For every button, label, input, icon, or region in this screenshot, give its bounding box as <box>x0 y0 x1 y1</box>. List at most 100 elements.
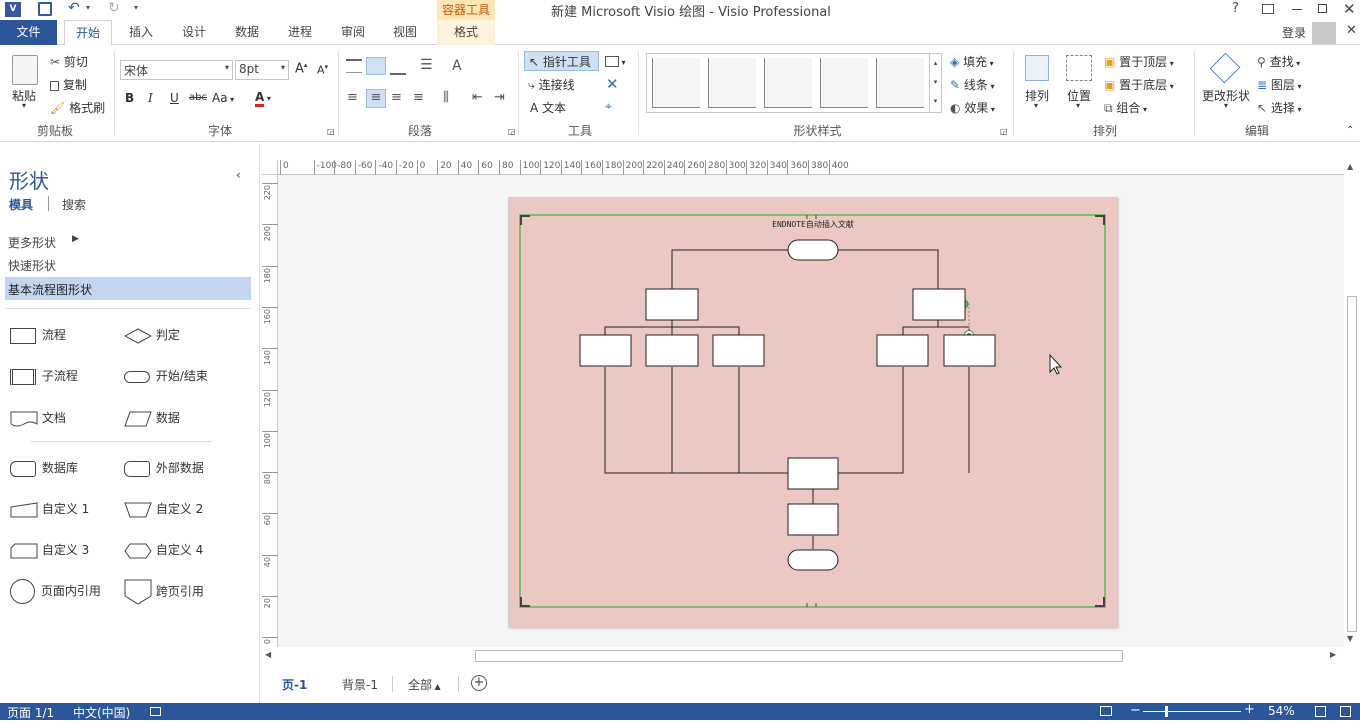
process-shape[interactable] <box>876 334 929 367</box>
shape-start-end[interactable]: 开始/结束 <box>124 367 208 384</box>
scroll-right-icon[interactable]: ▶ <box>1330 650 1336 659</box>
tab-file[interactable]: 文件 <box>0 20 57 45</box>
pointer-tool-button[interactable]: ↖ 指针工具 <box>524 51 599 71</box>
scroll-down-icon[interactable]: ▼ <box>1347 634 1353 643</box>
process-shape[interactable] <box>645 334 699 367</box>
process-shape[interactable] <box>912 288 966 321</box>
change-shape-icon[interactable] <box>1209 52 1241 84</box>
undo-dropdown-icon[interactable]: ▾ <box>86 3 90 12</box>
fit-page-icon[interactable] <box>1315 706 1326 717</box>
scroll-up-icon[interactable]: ▲ <box>1347 162 1353 171</box>
fill-button[interactable]: ◈ 填充 ▾ <box>950 53 994 70</box>
shape-subprocess[interactable]: 子流程 <box>10 367 78 385</box>
process-shape[interactable] <box>645 288 699 321</box>
align-center-icon[interactable]: ≡ <box>366 89 386 108</box>
tab-insert[interactable]: 插入 <box>120 20 162 45</box>
arrange-dropdown-icon[interactable]: ▾ <box>1034 101 1038 110</box>
paragraph-dialog-launcher-icon[interactable]: ◲ <box>508 127 516 136</box>
shape-custom-4[interactable]: 自定义 4 <box>124 541 203 559</box>
grow-font-icon[interactable]: A▴ <box>295 61 307 76</box>
shape-style-thumb[interactable] <box>820 58 868 108</box>
process-shape[interactable] <box>943 334 996 367</box>
process-shape[interactable] <box>712 334 765 367</box>
scroll-thumb[interactable] <box>475 650 1123 662</box>
paste-dropdown-icon[interactable]: ▾ <box>22 101 26 110</box>
cut-button[interactable]: ✂ 剪切 <box>50 53 88 70</box>
paste-icon[interactable] <box>12 55 38 85</box>
page-number[interactable]: 页面 1/1 <box>7 704 54 721</box>
zoom-out-icon[interactable]: − <box>1130 703 1141 718</box>
decrease-indent-icon[interactable]: ⇤ <box>472 90 483 105</box>
process-shape[interactable] <box>579 334 632 367</box>
shape-style-thumb[interactable] <box>876 58 924 108</box>
shape-off-page-reference[interactable]: 跨页引用 <box>124 579 204 605</box>
font-name-select[interactable]: 宋体 ▾ <box>120 60 233 80</box>
tab-format[interactable]: 格式 <box>437 20 495 45</box>
shape-data[interactable]: 数据 <box>124 409 180 427</box>
process-shape[interactable] <box>787 503 839 536</box>
send-to-back-button[interactable]: ▣ 置于底层 ▾ <box>1104 76 1174 93</box>
position-icon[interactable] <box>1066 55 1092 81</box>
help-icon[interactable]: ? <box>1232 1 1239 16</box>
change-shape-dropdown-icon[interactable]: ▾ <box>1224 101 1228 110</box>
font-dialog-launcher-icon[interactable]: ◲ <box>327 127 335 136</box>
find-button[interactable]: ⚲ 查找 ▾ <box>1257 53 1300 70</box>
horizontal-scrollbar[interactable]: ◀ ▶ <box>262 648 1344 664</box>
align-bottom-icon[interactable] <box>390 61 406 75</box>
collapse-ribbon-icon[interactable]: ⌃ <box>1346 125 1354 136</box>
container-handle[interactable] <box>1095 215 1105 225</box>
container-handle[interactable] <box>520 215 530 225</box>
align-middle-icon[interactable] <box>366 57 386 75</box>
tab-design[interactable]: 设计 <box>173 20 215 45</box>
process-shape[interactable] <box>787 457 839 490</box>
shape-custom-3[interactable]: 自定义 3 <box>10 541 89 559</box>
delete-connection-icon[interactable]: ✕ <box>606 75 619 93</box>
shape-custom-2[interactable]: 自定义 2 <box>124 500 203 518</box>
text-tool-button[interactable]: A 文本 <box>530 99 566 116</box>
shape-style-thumb[interactable] <box>764 58 812 108</box>
select-button[interactable]: ↖ 选择 ▾ <box>1257 99 1301 116</box>
customize-qat-icon[interactable]: ▾ <box>134 3 138 12</box>
terminator-shape[interactable] <box>787 549 839 571</box>
shape-decision[interactable]: 判定 <box>123 326 180 344</box>
switch-windows-icon[interactable] <box>1340 706 1351 717</box>
login-link[interactable]: 登录 <box>1282 24 1306 41</box>
tab-review[interactable]: 审阅 <box>332 20 374 45</box>
effects-button[interactable]: ◐ 效果 ▾ <box>950 99 995 116</box>
justify-icon[interactable]: ≡ <box>413 90 424 105</box>
increase-indent-icon[interactable]: ⇥ <box>494 90 505 105</box>
connector-tool-button[interactable]: ⤷ 连接线 <box>528 76 575 93</box>
page-tab-background[interactable]: 背景-1 <box>342 676 378 693</box>
scroll-thumb[interactable] <box>1347 296 1357 632</box>
bullets-icon[interactable]: ☰ <box>420 57 433 73</box>
shape-styles-gallery[interactable]: ▴ ▾ ▾ <box>646 53 942 113</box>
text-direction-icon[interactable]: A <box>452 58 462 74</box>
tab-search[interactable]: 搜索 <box>62 196 86 213</box>
vertical-scrollbar[interactable]: ▲ ▼ <box>1344 160 1360 647</box>
avatar[interactable] <box>1312 22 1336 44</box>
container-handle[interactable] <box>520 597 530 607</box>
shape-custom-1[interactable]: 自定义 1 <box>10 500 89 518</box>
scroll-left-icon[interactable]: ◀ <box>265 650 271 659</box>
collapse-pane-icon[interactable]: ‹ <box>236 168 241 182</box>
shape-styles-dialog-launcher-icon[interactable]: ◲ <box>1000 127 1008 136</box>
tab-view[interactable]: 视图 <box>384 20 426 45</box>
align-top-icon[interactable] <box>346 59 362 73</box>
all-pages-button[interactable]: 全部 ▲ <box>408 676 441 693</box>
arrange-icon[interactable] <box>1025 55 1049 81</box>
zoom-level[interactable]: 54% <box>1268 704 1295 718</box>
shape-process[interactable]: 流程 <box>10 326 66 344</box>
container-handle[interactable] <box>1095 597 1105 607</box>
drawing-canvas[interactable]: ENDNOTE自动插入文献 <box>278 175 1344 647</box>
bring-to-front-button[interactable]: ▣ 置于顶层 ▾ <box>1104 53 1174 70</box>
copy-button[interactable]: 复制 <box>50 76 87 93</box>
gallery-scroll[interactable]: ▴ ▾ ▾ <box>929 54 941 112</box>
format-painter-button[interactable]: 🖌 格式刷 <box>50 99 105 116</box>
add-page-icon[interactable]: + <box>471 675 487 691</box>
tab-home[interactable]: 开始 <box>64 20 112 46</box>
more-shapes-link[interactable]: 更多形状 ▶ <box>8 234 79 251</box>
zoom-in-icon[interactable]: + <box>1244 702 1255 717</box>
macro-icon[interactable] <box>150 707 161 716</box>
shape-document[interactable]: 文档 <box>10 409 66 427</box>
change-case-button[interactable]: Aa ▾ <box>212 91 234 105</box>
